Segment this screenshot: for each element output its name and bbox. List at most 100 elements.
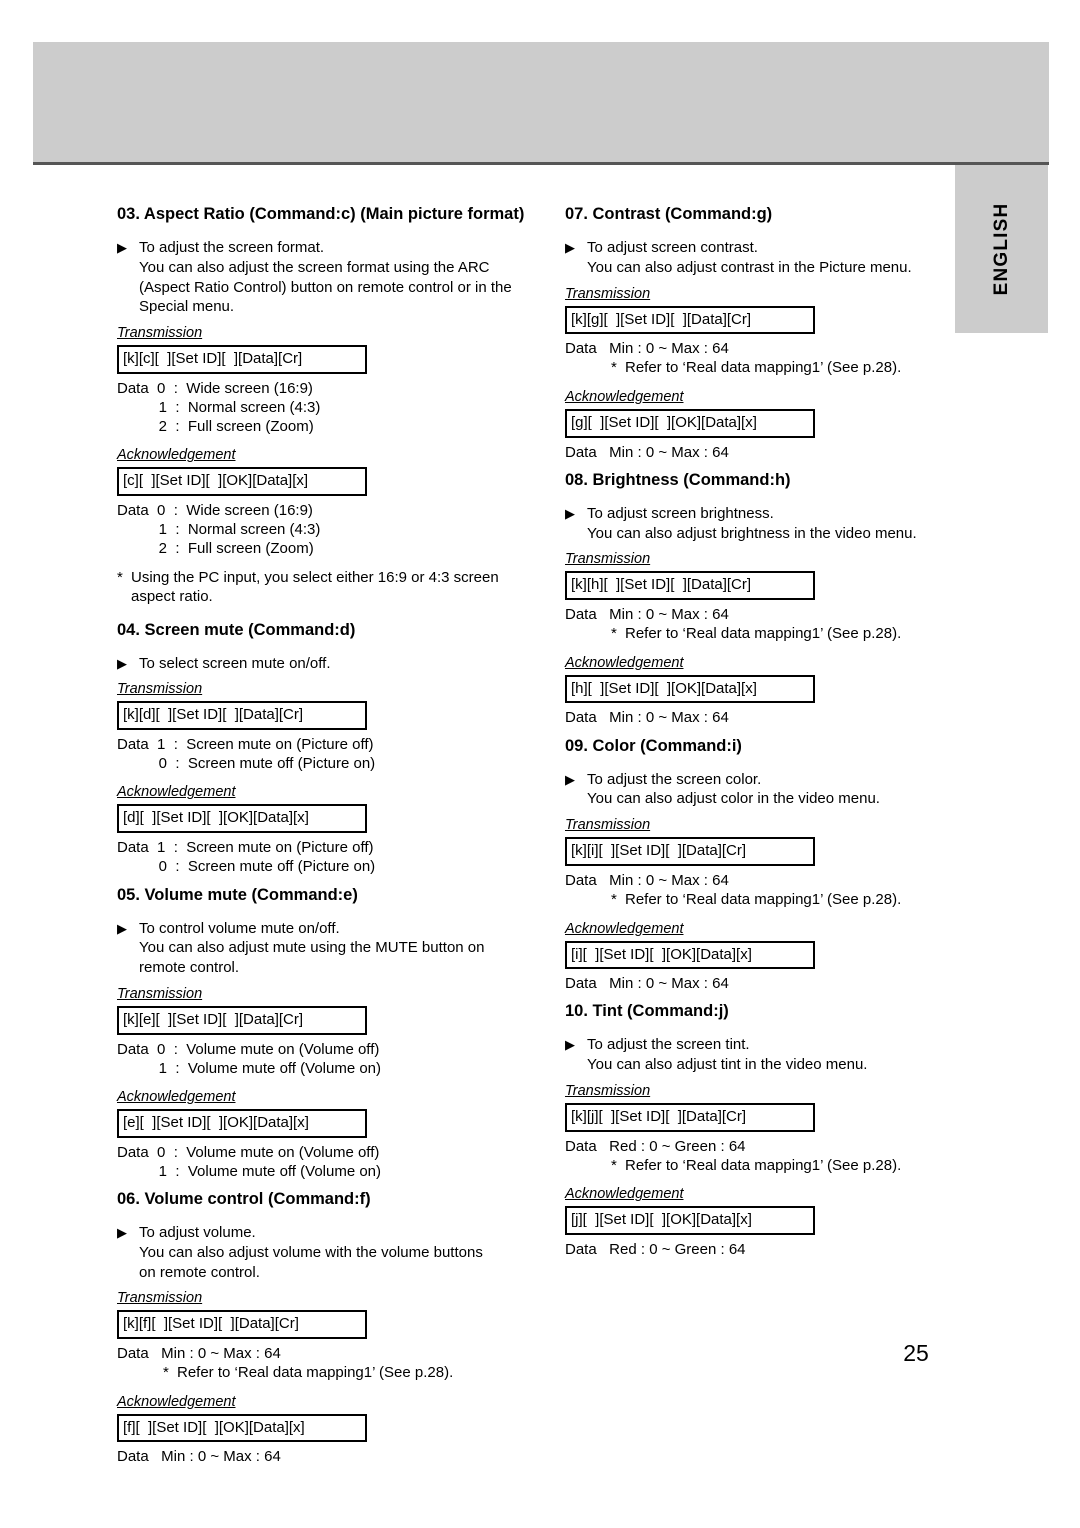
data-row: Data Min : 0 ~ Max : 64 [565, 340, 729, 358]
header-divider-rule [33, 162, 1049, 165]
triangle-bullet-icon: ▶ [565, 505, 575, 521]
acknowledgement-label-wrap: Acknowledgement [565, 1184, 965, 1206]
transmission-label: Transmission [565, 1083, 651, 1099]
triangle-bullet-icon: ▶ [117, 655, 127, 671]
description-line: To control volume mute on/off. [139, 919, 340, 937]
data-row: 1 : Volume mute off (Volume on) [117, 1059, 382, 1077]
data-row: Data Min : 0 ~ Max : 64 [117, 1448, 281, 1466]
transmission-label: Transmission [565, 285, 651, 302]
section-title: 03. Aspect Ratio (Command:c) (Main pictu… [117, 205, 525, 223]
description-line: To adjust the screen tint. [587, 1036, 750, 1054]
transmission-command-box: [k][j][ ][Set ID][ ][Data][Cr] [565, 1103, 815, 1132]
section-description: ▶ To adjust the screen format. You can als… [117, 238, 537, 317]
data-row: Data 0 : Wide screen (16:9) [117, 502, 313, 520]
data-row: Data Red : 0 ~ Green : 64 [565, 1241, 746, 1259]
description-line: You can also adjust tint in the video me… [587, 1056, 868, 1074]
footnote-line: aspect ratio. [131, 588, 213, 606]
transmission-data: Data 0 : Volume mute on (Volume off) 1 :… [117, 1040, 537, 1078]
description-line: You can also adjust the screen format us… [139, 258, 490, 276]
data-row: 1 : Normal screen (4:3) [117, 521, 321, 539]
transmission-label-wrap: Transmission [565, 284, 965, 306]
transmission-command-box: [k][h][ ][Set ID][ ][Data][Cr] [565, 571, 815, 601]
acknowledgement-label: Acknowledgement [117, 784, 236, 801]
section-volume-control: 06. Volume control (Command:f) ▶ To adjust… [117, 1190, 537, 1467]
description-line: You can also adjust brightness in the vi… [587, 524, 917, 542]
transmission-data: Data 0 : Wide screen (16:9) 1 : Normal s… [117, 379, 537, 437]
description-line: (Aspect Ratio Control) button on remote … [139, 278, 512, 296]
transmission-label: Transmission [117, 681, 203, 698]
transmission-label: Transmission [117, 1290, 203, 1307]
section-description: ▶ To adjust the screen tint. You can also … [565, 1035, 965, 1075]
section-title: 06. Volume control (Command:f) [117, 1190, 371, 1209]
data-row: Data 1 : Screen mute on (Picture off) [117, 736, 374, 754]
acknowledgement-label-wrap: Acknowledgement [117, 445, 537, 467]
footnote: * Refer to ‘Real data mapping1’ (See p.28… [117, 1363, 537, 1383]
transmission-label: Transmission [117, 985, 203, 1002]
acknowledgement-label-wrap: Acknowledgement [565, 387, 965, 409]
section-description: ▶ To control volume mute on/off. You can a… [117, 919, 537, 978]
section-color: 09. Color (Command:i) ▶ To adjust the scre… [565, 737, 965, 994]
data-row: Data Min : 0 ~ Max : 64 [565, 709, 729, 727]
transmission-data: Data Red : 0 ~ Green : 64 [565, 1137, 965, 1156]
acknowledgement-data: Data Red : 0 ~ Green : 64 [565, 1240, 965, 1259]
description-line: You can also adjust mute using the MUTE … [139, 939, 485, 957]
acknowledgement-label: Acknowledgement [117, 1393, 236, 1410]
acknowledgement-label: Acknowledgement [565, 1186, 684, 1203]
acknowledgement-label: Acknowledgement [565, 388, 684, 405]
acknowledgement-label-wrap: Acknowledgement [565, 919, 965, 941]
description-line: You can also adjust volume with the volu… [139, 1243, 483, 1261]
right-column: 07. Contrast (Command:g) ▶ To adjust scree… [565, 205, 965, 1268]
data-row: Data 0 : Wide screen (16:9) [117, 379, 313, 397]
data-row: 2 : Full screen (Zoom) [117, 540, 314, 558]
asterisk-icon: * [611, 1156, 617, 1174]
section-title: 08. Brightness (Command:h) [565, 470, 791, 489]
acknowledgement-label-wrap: Acknowledgement [117, 1392, 537, 1414]
section-contrast: 07. Contrast (Command:g) ▶ To adjust scree… [565, 205, 965, 462]
acknowledgement-command-box: [h][ ][Set ID][ ][OK][Data][x] [565, 674, 815, 704]
acknowledgement-data: Data Min : 0 ~ Max : 64 [565, 708, 965, 727]
data-row: Data Min : 0 ~ Max : 64 [565, 443, 729, 461]
acknowledgement-label-wrap: Acknowledgement [117, 782, 537, 804]
data-row: Data 0 : Volume mute on (Volume off) [117, 1040, 380, 1058]
description-line: To adjust the screen color. [587, 770, 762, 788]
transmission-data: Data 1 : Screen mute on (Picture off) 0 … [117, 735, 537, 773]
transmission-label-wrap: Transmission [565, 549, 965, 571]
page-number: 25 [903, 1340, 929, 1366]
transmission-label-wrap: Transmission [117, 679, 537, 701]
transmission-label: Transmission [117, 325, 203, 342]
description-line: remote control. [139, 959, 240, 977]
acknowledgement-label-wrap: Acknowledgement [565, 653, 965, 675]
section-tint: 10. Tint (Command:j) ▶ To adjust the scree… [565, 1002, 965, 1259]
description-line: You can also adjust color in the video m… [587, 790, 880, 808]
footnote: * Refer to ‘Real data mapping1’ (See p.28… [565, 1156, 965, 1176]
section-description: ▶ To select screen mute on/off. [117, 654, 537, 674]
transmission-label-wrap: Transmission [565, 1081, 965, 1103]
acknowledgement-command-box: [i][ ][Set ID][ ][OK][Data][x] [565, 940, 815, 970]
acknowledgement-label: Acknowledgement [565, 654, 684, 671]
triangle-bullet-icon: ▶ [565, 239, 575, 255]
data-row: Data Min : 0 ~ Max : 64 [565, 975, 729, 993]
footnote-line: Refer to ‘Real data mapping1’ (See p.28)… [625, 359, 902, 377]
asterisk-icon: * [163, 1364, 169, 1382]
acknowledgement-data: Data Min : 0 ~ Max : 64 [117, 1447, 537, 1466]
transmission-data: Data Min : 0 ~ Max : 64 [565, 339, 965, 358]
transmission-data: Data Min : 0 ~ Max : 64 [565, 605, 965, 624]
acknowledgement-data: Data 1 : Screen mute on (Picture off) 0 … [117, 838, 537, 876]
left-column: 03. Aspect Ratio (Command:c) (Main pictu… [117, 205, 537, 1476]
data-row: Data 1 : Screen mute on (Picture off) [117, 839, 374, 857]
description-line: To adjust screen contrast. [587, 238, 758, 256]
section-description: ▶ To adjust volume. You can also adjust vo… [117, 1223, 537, 1282]
transmission-data: Data Min : 0 ~ Max : 64 [117, 1344, 537, 1363]
footnote: * Refer to ‘Real data mapping1’ (See p.28… [565, 624, 965, 644]
acknowledgement-label: Acknowledgement [117, 1088, 236, 1105]
acknowledgement-data: Data 0 : Wide screen (16:9) 1 : Normal s… [117, 501, 537, 559]
footnote-line: Using the PC input, you select either 16… [131, 568, 499, 586]
footnote-line: Refer to ‘Real data mapping1’ (See p.28)… [625, 891, 902, 909]
section-title: 05. Volume mute (Command:e) [117, 885, 358, 904]
data-row: Data 0 : Volume mute on (Volume off) [117, 1143, 380, 1161]
description-line: Special menu. [139, 298, 235, 316]
section-brightness: 08. Brightness (Command:h) ▶ To adjust scr… [565, 471, 965, 728]
section-description: ▶ To adjust the screen color. You can also… [565, 770, 965, 810]
acknowledgement-command-box: [j][ ][Set ID][ ][OK][Data][x] [565, 1206, 815, 1236]
footnote-line: Refer to ‘Real data mapping1’ (See p.28)… [177, 1364, 454, 1382]
